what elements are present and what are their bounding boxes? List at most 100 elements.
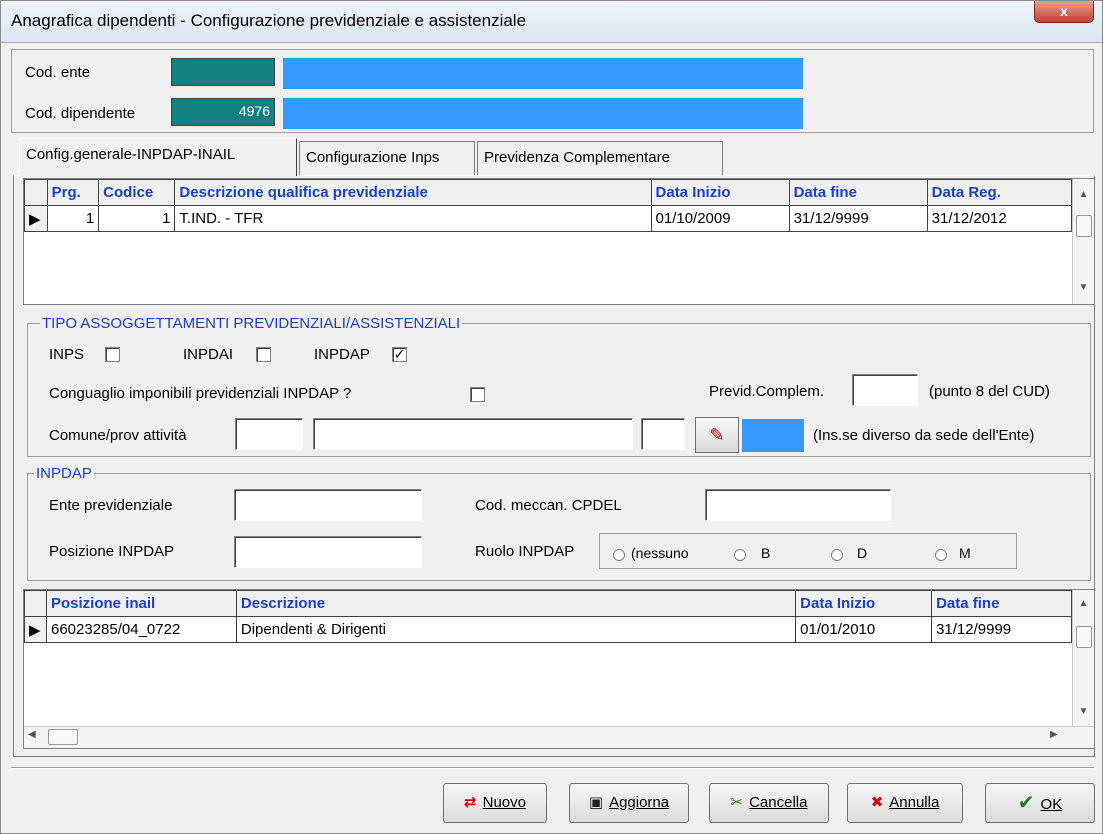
scroll-down-icon[interactable]: ▼: [1073, 278, 1094, 298]
scroll-left-icon[interactable]: ◀: [28, 729, 36, 740]
column-header[interactable]: Descrizione: [235, 590, 797, 617]
scroll-up-icon[interactable]: ▲: [1073, 185, 1094, 205]
ruolo-d-label[interactable]: D: [857, 545, 867, 561]
cod-dipendente-field[interactable]: 4976: [171, 98, 275, 126]
comune-note: (Ins.se diverso da sede dell'Ente): [813, 427, 1035, 444]
comune-code-bar: [742, 419, 804, 452]
cell-data-fine[interactable]: 31/12/9999: [789, 205, 928, 232]
cod-ente-field[interactable]: [171, 58, 275, 86]
inps-checkbox[interactable]: [105, 347, 120, 362]
ok-button[interactable]: ✔ OK: [985, 783, 1095, 823]
cell-data-inizio[interactable]: 01/10/2009: [651, 205, 790, 232]
column-header[interactable]: Descrizione qualifica previdenziale: [174, 179, 652, 206]
cell-prg[interactable]: 1: [47, 205, 100, 232]
close-button[interactable]: x: [1034, 1, 1094, 23]
scroll-down-icon[interactable]: ▼: [1073, 702, 1094, 722]
cell-codice[interactable]: 1: [98, 205, 176, 232]
column-header[interactable]: Prg.: [46, 179, 100, 206]
cod-dipendente-label: Cod. dipendente: [25, 105, 136, 122]
aggiorna-button[interactable]: ▣ Aggiorna: [569, 783, 689, 823]
column-header[interactable]: Data Inizio: [795, 590, 933, 617]
comune-description-input[interactable]: [313, 418, 633, 450]
save-icon: ▣: [588, 794, 604, 811]
inps-label: INPS: [49, 346, 85, 363]
scroll-right-icon[interactable]: ▶: [1050, 729, 1058, 740]
annulla-button[interactable]: ✖ Annulla: [847, 783, 963, 823]
cancella-button[interactable]: ✂ Cancella: [709, 783, 829, 823]
posizione-inpdap-input[interactable]: [234, 536, 422, 568]
cell-data-fine[interactable]: 31/12/9999: [931, 616, 1072, 643]
column-header[interactable]: Codice: [98, 179, 176, 206]
tipo-assoggettamenti-legend: TIPO ASSOGGETTAMENTI PREVIDENZIALI/ASSIS…: [42, 315, 461, 332]
scroll-thumb[interactable]: [1076, 626, 1092, 648]
ruolo-b-radio[interactable]: [734, 549, 746, 561]
inpdap-checkbox[interactable]: ✓: [392, 347, 407, 362]
nuovo-label: Nuovo: [482, 794, 526, 811]
column-header[interactable]: Data fine: [788, 179, 928, 206]
window-title: Anagrafica dipendenti - Configurazione p…: [11, 11, 527, 30]
title-bar: Anagrafica dipendenti - Configurazione p…: [1, 1, 1102, 43]
table-row[interactable]: ▶ 66023285/04_0722 Dipendenti & Dirigent…: [24, 616, 1072, 643]
row-indicator-icon: ▶: [24, 616, 47, 643]
ruolo-nessuno-radio[interactable]: [613, 549, 625, 561]
cancella-label: Cancella: [749, 794, 808, 811]
inpdai-label: INPDAI: [183, 346, 234, 363]
cell-posizione-inail[interactable]: 66023285/04_0722: [46, 616, 237, 643]
inail-horizontal-scrollbar[interactable]: ◀ ▶: [24, 726, 1094, 748]
comune-lookup-icon[interactable]: ✎: [695, 417, 739, 453]
qualifiche-grid: Prg. Codice Descrizione qualifica previd…: [23, 178, 1095, 305]
main-window: Anagrafica dipendenti - Configurazione p…: [0, 0, 1103, 834]
cancel-x-icon: ✖: [870, 794, 884, 811]
nuovo-button[interactable]: ⇄ Nuovo: [443, 783, 547, 823]
comune-code-input[interactable]: [235, 418, 303, 450]
row-indicator-header: [24, 590, 47, 617]
ruolo-b-label[interactable]: B: [761, 545, 770, 561]
cpdel-input[interactable]: [705, 489, 891, 521]
ok-label: OK: [1040, 796, 1063, 813]
dipendente-description-bar: [283, 98, 803, 129]
tab-config-generale[interactable]: Config.generale-INPDAP-INAIL: [19, 138, 297, 176]
conguaglio-label: Conguaglio imponibili previdenziali INPD…: [49, 385, 352, 402]
ente-previdenziale-label: Ente previdenziale: [49, 497, 173, 514]
cell-data-reg[interactable]: 31/12/2012: [927, 205, 1073, 232]
ruolo-d-radio[interactable]: [831, 549, 843, 561]
ruolo-inpdap-label: Ruolo INPDAP: [475, 543, 575, 560]
column-header[interactable]: Data fine: [931, 590, 1072, 617]
column-header[interactable]: Data Inizio: [650, 179, 790, 206]
ruolo-m-label[interactable]: M: [959, 545, 971, 561]
cell-data-inizio[interactable]: 01/01/2010: [795, 616, 933, 643]
cod-ente-label: Cod. ente: [25, 64, 91, 81]
inpdai-checkbox[interactable]: [256, 347, 271, 362]
aggiorna-label: Aggiorna: [609, 794, 670, 811]
grid-header-row: Prg. Codice Descrizione qualifica previd…: [24, 179, 1073, 206]
provincia-input[interactable]: [641, 418, 685, 450]
annulla-label: Annulla: [889, 794, 940, 811]
cell-descrizione[interactable]: Dipendenti & Dirigenti: [236, 616, 797, 643]
cpdel-label: Cod. meccan. CPDEL: [475, 497, 622, 514]
ente-description-bar: [283, 58, 803, 89]
previd-complem-input[interactable]: [852, 374, 918, 406]
ruolo-nessuno-label[interactable]: (nessuno: [631, 545, 689, 561]
inail-vertical-scrollbar[interactable]: ▲ ▼: [1072, 590, 1094, 726]
row-indicator-header: [24, 179, 48, 206]
scroll-thumb[interactable]: [48, 729, 78, 745]
ruolo-m-radio[interactable]: [935, 549, 947, 561]
scroll-thumb[interactable]: [1076, 215, 1092, 237]
comune-prov-label: Comune/prov attività: [49, 427, 187, 444]
conguaglio-checkbox[interactable]: [470, 387, 485, 402]
inail-grid: Posizione inail Descrizione Data Inizio …: [23, 589, 1095, 749]
cell-descrizione[interactable]: T.IND. - TFR: [174, 205, 652, 232]
column-header[interactable]: Data Reg.: [926, 179, 1073, 206]
column-header[interactable]: Posizione inail: [45, 590, 237, 617]
inpdap-label: INPDAP: [314, 346, 370, 363]
scroll-up-icon[interactable]: ▲: [1073, 594, 1094, 614]
qualifiche-vertical-scrollbar[interactable]: ▲ ▼: [1072, 179, 1094, 304]
table-row[interactable]: ▶ 1 1 T.IND. - TFR 01/10/2009 31/12/9999…: [24, 205, 1073, 232]
posizione-inpdap-label: Posizione INPDAP: [49, 543, 175, 560]
ente-previdenziale-input[interactable]: [234, 489, 422, 521]
grid-header-row: Posizione inail Descrizione Data Inizio …: [24, 590, 1072, 617]
row-indicator-icon: ▶: [24, 205, 48, 232]
tab-previdenza-complementare[interactable]: Previdenza Complementare: [477, 141, 723, 175]
tab-configurazione-inps[interactable]: Configurazione Inps: [299, 141, 475, 175]
previd-complem-label: Previd.Complem.: [709, 383, 825, 400]
